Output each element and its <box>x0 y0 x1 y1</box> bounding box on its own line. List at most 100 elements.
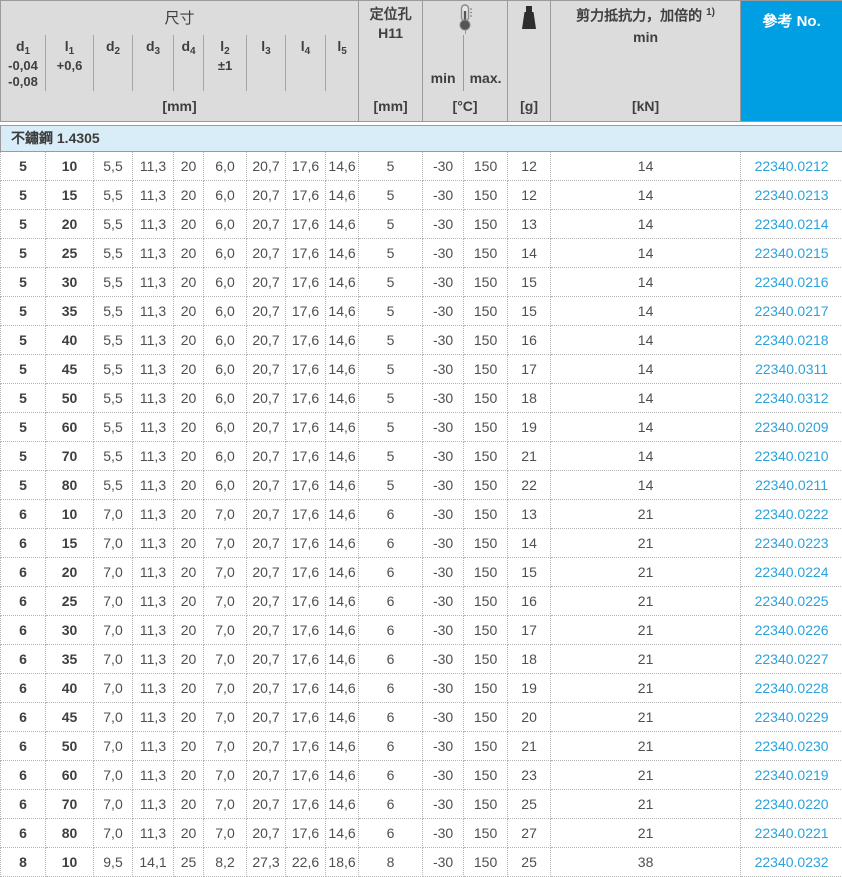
cell-l3: 20,7 <box>247 238 286 267</box>
cell-l2: 7,0 <box>204 760 247 789</box>
ref-link[interactable]: 22340.0217 <box>755 303 829 319</box>
cell-l5: 14,6 <box>326 528 359 557</box>
cell-l4: 17,6 <box>286 818 326 847</box>
table-row: 6 60 7,0 11,3 20 7,0 20,7 17,6 14,6 6 -3… <box>1 760 842 789</box>
ref-link[interactable]: 22340.0227 <box>755 651 829 667</box>
cell-locating-hole: 5 <box>359 383 423 412</box>
cell-temp-max: 150 <box>464 180 508 209</box>
ref-link[interactable]: 22340.0312 <box>755 390 829 406</box>
cell-reference: 22340.0312 <box>741 383 842 412</box>
cell-reference: 22340.0212 <box>741 151 842 180</box>
ref-link[interactable]: 22340.0214 <box>755 216 829 232</box>
cell-l1: 40 <box>46 673 94 702</box>
cell-temp-min: -30 <box>423 557 464 586</box>
cell-l5: 14,6 <box>326 383 359 412</box>
cell-l2: 7,0 <box>204 557 247 586</box>
cell-temp-max: 150 <box>464 702 508 731</box>
cell-temp-min: -30 <box>423 238 464 267</box>
ref-link[interactable]: 22340.0216 <box>755 274 829 290</box>
cell-temp-min: -30 <box>423 847 464 876</box>
cell-d2: 5,5 <box>94 151 133 180</box>
cell-l5: 14,6 <box>326 557 359 586</box>
ref-link[interactable]: 22340.0230 <box>755 738 829 754</box>
cell-l2: 7,0 <box>204 673 247 702</box>
cell-l5: 14,6 <box>326 267 359 296</box>
cell-reference: 22340.0215 <box>741 238 842 267</box>
cell-l2: 6,0 <box>204 325 247 354</box>
cell-l4: 17,6 <box>286 702 326 731</box>
cell-l5: 14,6 <box>326 499 359 528</box>
ref-link[interactable]: 22340.0225 <box>755 593 829 609</box>
ref-link[interactable]: 22340.0218 <box>755 332 829 348</box>
cell-l1: 70 <box>46 441 94 470</box>
ref-link[interactable]: 22340.0228 <box>755 680 829 696</box>
cell-d4: 20 <box>174 180 204 209</box>
ref-link[interactable]: 22340.0311 <box>755 361 828 377</box>
cell-shear-min: 14 <box>551 180 741 209</box>
ref-link[interactable]: 22340.0213 <box>755 187 829 203</box>
cell-l1: 50 <box>46 731 94 760</box>
cell-reference: 22340.0224 <box>741 557 842 586</box>
ref-link[interactable]: 22340.0224 <box>755 564 829 580</box>
ref-link[interactable]: 22340.0226 <box>755 622 829 638</box>
ref-link[interactable]: 22340.0209 <box>755 419 829 435</box>
cell-d4: 20 <box>174 412 204 441</box>
material-section-row: 不鏽鋼 1.4305 <box>1 125 842 151</box>
cell-d4: 20 <box>174 383 204 412</box>
ref-link[interactable]: 22340.0211 <box>755 477 828 493</box>
ref-link[interactable]: 22340.0222 <box>755 506 829 522</box>
cell-temp-min: -30 <box>423 441 464 470</box>
table-row: 5 25 5,5 11,3 20 6,0 20,7 17,6 14,6 5 -3… <box>1 238 842 267</box>
cell-d1: 5 <box>1 441 46 470</box>
col-header-d4: d4 <box>174 35 204 92</box>
cell-l3: 20,7 <box>247 383 286 412</box>
cell-l2: 6,0 <box>204 238 247 267</box>
cell-d2: 5,5 <box>94 238 133 267</box>
ref-link[interactable]: 22340.0220 <box>755 796 829 812</box>
dimensions-title: 尺寸 <box>165 10 195 27</box>
ref-link[interactable]: 22340.0221 <box>755 825 829 841</box>
cell-l5: 14,6 <box>326 441 359 470</box>
cell-locating-hole: 5 <box>359 412 423 441</box>
ref-link[interactable]: 22340.0232 <box>755 854 829 870</box>
cell-l4: 17,6 <box>286 412 326 441</box>
cell-locating-hole: 5 <box>359 180 423 209</box>
cell-l2: 6,0 <box>204 383 247 412</box>
ref-link[interactable]: 22340.0210 <box>755 448 829 464</box>
cell-temp-min: -30 <box>423 702 464 731</box>
cell-l4: 17,6 <box>286 731 326 760</box>
cell-weight: 15 <box>508 296 551 325</box>
cell-shear-min: 21 <box>551 789 741 818</box>
cell-weight: 13 <box>508 209 551 238</box>
cell-d1: 5 <box>1 296 46 325</box>
cell-l5: 14,6 <box>326 818 359 847</box>
cell-l5: 14,6 <box>326 180 359 209</box>
cell-temp-max: 150 <box>464 731 508 760</box>
cell-temp-max: 150 <box>464 412 508 441</box>
cell-l2: 6,0 <box>204 180 247 209</box>
ref-link[interactable]: 22340.0219 <box>755 767 829 783</box>
ref-link[interactable]: 22340.0223 <box>755 535 829 551</box>
cell-weight: 17 <box>508 354 551 383</box>
cell-l3: 20,7 <box>247 441 286 470</box>
cell-d2: 7,0 <box>94 499 133 528</box>
cell-temp-min: -30 <box>423 760 464 789</box>
cell-d2: 7,0 <box>94 760 133 789</box>
cell-reference: 22340.0311 <box>741 354 842 383</box>
cell-shear-min: 14 <box>551 238 741 267</box>
cell-temp-min: -30 <box>423 789 464 818</box>
ref-link[interactable]: 22340.0215 <box>755 245 829 261</box>
ref-link[interactable]: 22340.0229 <box>755 709 829 725</box>
col-header-d3: d3 <box>133 35 174 92</box>
cell-l4: 17,6 <box>286 586 326 615</box>
ref-link[interactable]: 22340.0212 <box>755 158 829 174</box>
footnote-marker: 1) <box>706 7 715 18</box>
cell-l4: 17,6 <box>286 209 326 238</box>
cell-weight: 23 <box>508 760 551 789</box>
cell-l2: 7,0 <box>204 644 247 673</box>
cell-locating-hole: 6 <box>359 528 423 557</box>
cell-l4: 17,6 <box>286 151 326 180</box>
cell-d2: 5,5 <box>94 354 133 383</box>
cell-reference: 22340.0227 <box>741 644 842 673</box>
cell-temp-max: 150 <box>464 296 508 325</box>
